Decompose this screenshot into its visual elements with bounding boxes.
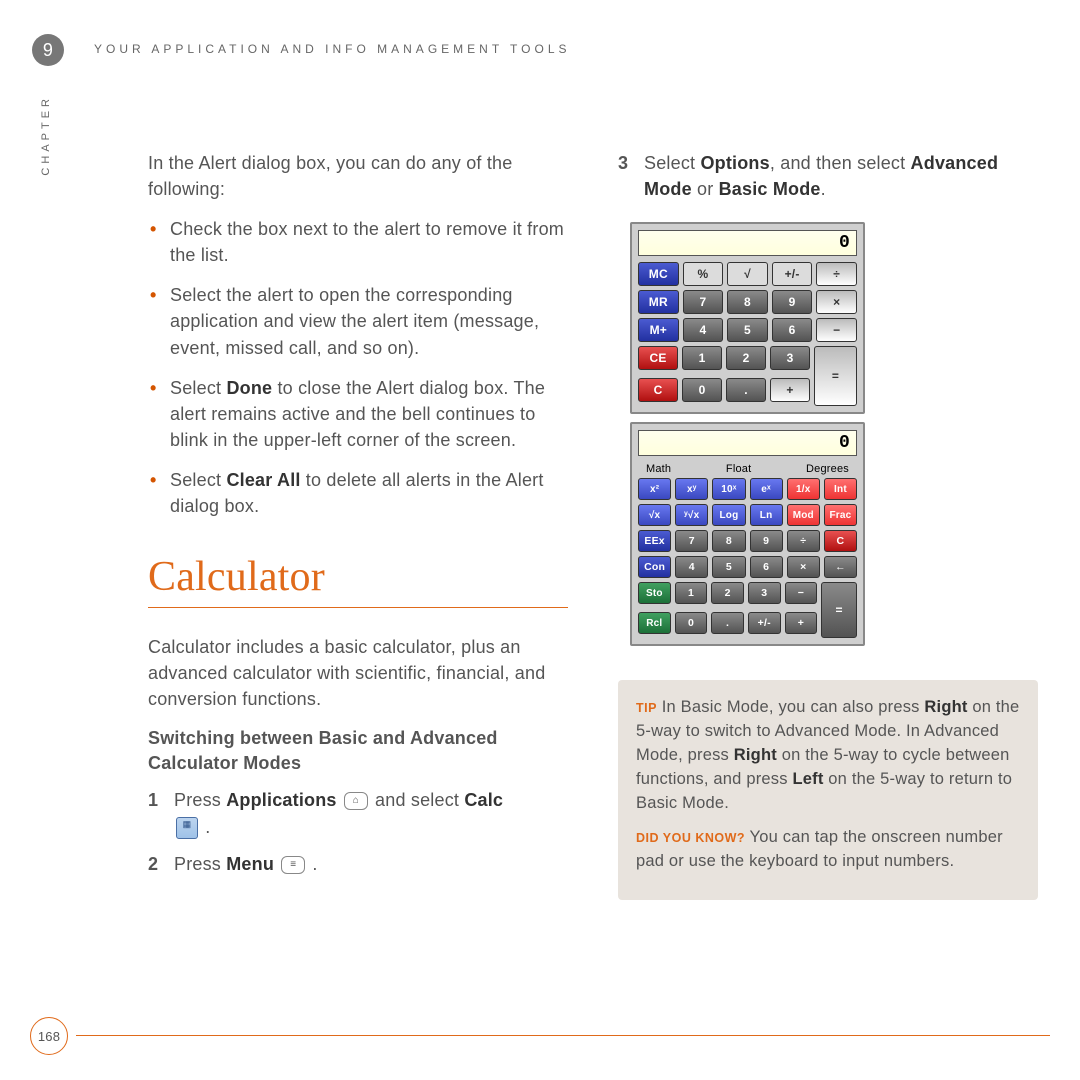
key-a3[interactable]: 3: [748, 582, 781, 604]
key-sign[interactable]: +/-: [772, 262, 813, 286]
key-xy[interactable]: xʸ: [675, 478, 708, 500]
calc-icon: ▦: [176, 817, 198, 839]
key-aminus[interactable]: −: [785, 582, 818, 604]
key-ce[interactable]: CE: [638, 346, 678, 370]
bullet-1: Check the box next to the alert to remov…: [170, 216, 568, 268]
key-mc[interactable]: MC: [638, 262, 679, 286]
bullet-2: Select the alert to open the correspondi…: [170, 282, 568, 360]
key-ex[interactable]: eˣ: [750, 478, 783, 500]
tip-label: TIP: [636, 701, 657, 715]
key-2[interactable]: 2: [726, 346, 766, 370]
key-yroot[interactable]: ʸ√x: [675, 504, 708, 526]
key-a0[interactable]: 0: [675, 612, 708, 634]
key-equals[interactable]: =: [814, 346, 857, 406]
key-1[interactable]: 1: [682, 346, 722, 370]
key-8[interactable]: 8: [727, 290, 768, 314]
key-divide[interactable]: ÷: [816, 262, 857, 286]
subsection-switching-modes: Switching between Basic and Advanced Cal…: [148, 726, 568, 775]
step-2: 2 Press Menu ≡ .: [174, 851, 568, 878]
key-asign[interactable]: +/-: [748, 612, 781, 634]
alert-bullets: Check the box next to the alert to remov…: [148, 216, 568, 519]
key-a5[interactable]: 5: [712, 556, 745, 578]
key-x2[interactable]: x²: [638, 478, 671, 500]
key-int[interactable]: Int: [824, 478, 857, 500]
footer-rule: [76, 1035, 1050, 1036]
key-log[interactable]: Log: [712, 504, 745, 526]
step-3: 3 Select Options, and then select Advanc…: [618, 150, 1038, 202]
tip-box: TIP In Basic Mode, you can also press Ri…: [618, 680, 1038, 899]
menu-icon: ≡: [281, 856, 305, 874]
key-dot[interactable]: .: [726, 378, 766, 402]
tab-math[interactable]: Math: [646, 463, 671, 475]
key-back[interactable]: ←: [824, 556, 857, 578]
key-1overx[interactable]: 1/x: [787, 478, 820, 500]
home-icon: ⌂: [344, 792, 368, 810]
did-you-know-label: DID YOU KNOW?: [636, 831, 745, 845]
key-plus[interactable]: +: [770, 378, 810, 402]
steps-list: 1 Press Applications ⌂ and select Calc▦ …: [148, 787, 568, 878]
key-mplus[interactable]: M+: [638, 318, 679, 342]
right-column: 3 Select Options, and then select Advanc…: [618, 150, 1038, 900]
key-aplus[interactable]: +: [785, 612, 818, 634]
key-rcl[interactable]: Rcl: [638, 612, 671, 634]
bullet-3: Select Done to close the Alert dialog bo…: [170, 375, 568, 453]
key-amul[interactable]: ×: [787, 556, 820, 578]
key-9[interactable]: 9: [772, 290, 813, 314]
key-ac[interactable]: C: [824, 530, 857, 552]
key-sqrt[interactable]: √: [727, 262, 768, 286]
key-frac[interactable]: Frac: [824, 504, 857, 526]
header-title: YOUR APPLICATION AND INFO MANAGEMENT TOO…: [94, 42, 571, 56]
key-c[interactable]: C: [638, 378, 678, 402]
page-number: 168: [30, 1017, 68, 1055]
key-a9[interactable]: 9: [750, 530, 783, 552]
key-5[interactable]: 5: [727, 318, 768, 342]
key-a6[interactable]: 6: [750, 556, 783, 578]
key-percent[interactable]: %: [683, 262, 724, 286]
bullet-4: Select Clear All to delete all alerts in…: [170, 467, 568, 519]
step-1: 1 Press Applications ⌂ and select Calc▦ …: [174, 787, 568, 841]
key-6[interactable]: 6: [772, 318, 813, 342]
key-mr[interactable]: MR: [638, 290, 679, 314]
basic-calc-display: 0: [638, 230, 857, 256]
key-7[interactable]: 7: [683, 290, 724, 314]
section-title-calculator: Calculator: [148, 553, 568, 608]
key-10x[interactable]: 10ˣ: [712, 478, 745, 500]
key-0[interactable]: 0: [682, 378, 722, 402]
key-ln[interactable]: Ln: [750, 504, 783, 526]
key-adot[interactable]: .: [711, 612, 744, 634]
tab-degrees[interactable]: Degrees: [806, 463, 849, 475]
chapter-badge: 9: [32, 34, 64, 66]
key-minus[interactable]: −: [816, 318, 857, 342]
key-4[interactable]: 4: [683, 318, 724, 342]
key-a2[interactable]: 2: [711, 582, 744, 604]
key-a1[interactable]: 1: [675, 582, 708, 604]
adv-calc-display: 0: [638, 430, 857, 456]
basic-calculator: 0 MC % √ +/- ÷ MR 7 8 9 × M+ 4 5 6 −: [630, 222, 865, 414]
calculator-intro: Calculator includes a basic calculator, …: [148, 634, 568, 712]
key-aequals[interactable]: =: [821, 582, 857, 638]
left-column: In the Alert dialog box, you can do any …: [148, 150, 568, 900]
tab-float[interactable]: Float: [726, 463, 751, 475]
key-multiply[interactable]: ×: [816, 290, 857, 314]
key-3[interactable]: 3: [770, 346, 810, 370]
alert-intro: In the Alert dialog box, you can do any …: [148, 150, 568, 202]
key-a8[interactable]: 8: [712, 530, 745, 552]
key-mod[interactable]: Mod: [787, 504, 820, 526]
adv-calc-tabs[interactable]: Math Float Degrees: [638, 462, 857, 478]
key-eex[interactable]: EEx: [638, 530, 671, 552]
key-adiv[interactable]: ÷: [787, 530, 820, 552]
key-sto[interactable]: Sto: [638, 582, 671, 604]
key-a4[interactable]: 4: [675, 556, 708, 578]
advanced-calculator: 0 Math Float Degrees x² xʸ 10ˣ eˣ 1/x In…: [630, 422, 865, 646]
key-a7[interactable]: 7: [675, 530, 708, 552]
chapter-sidebar-label: CHAPTER: [40, 95, 52, 176]
key-con[interactable]: Con: [638, 556, 671, 578]
key-sqrtx[interactable]: √x: [638, 504, 671, 526]
